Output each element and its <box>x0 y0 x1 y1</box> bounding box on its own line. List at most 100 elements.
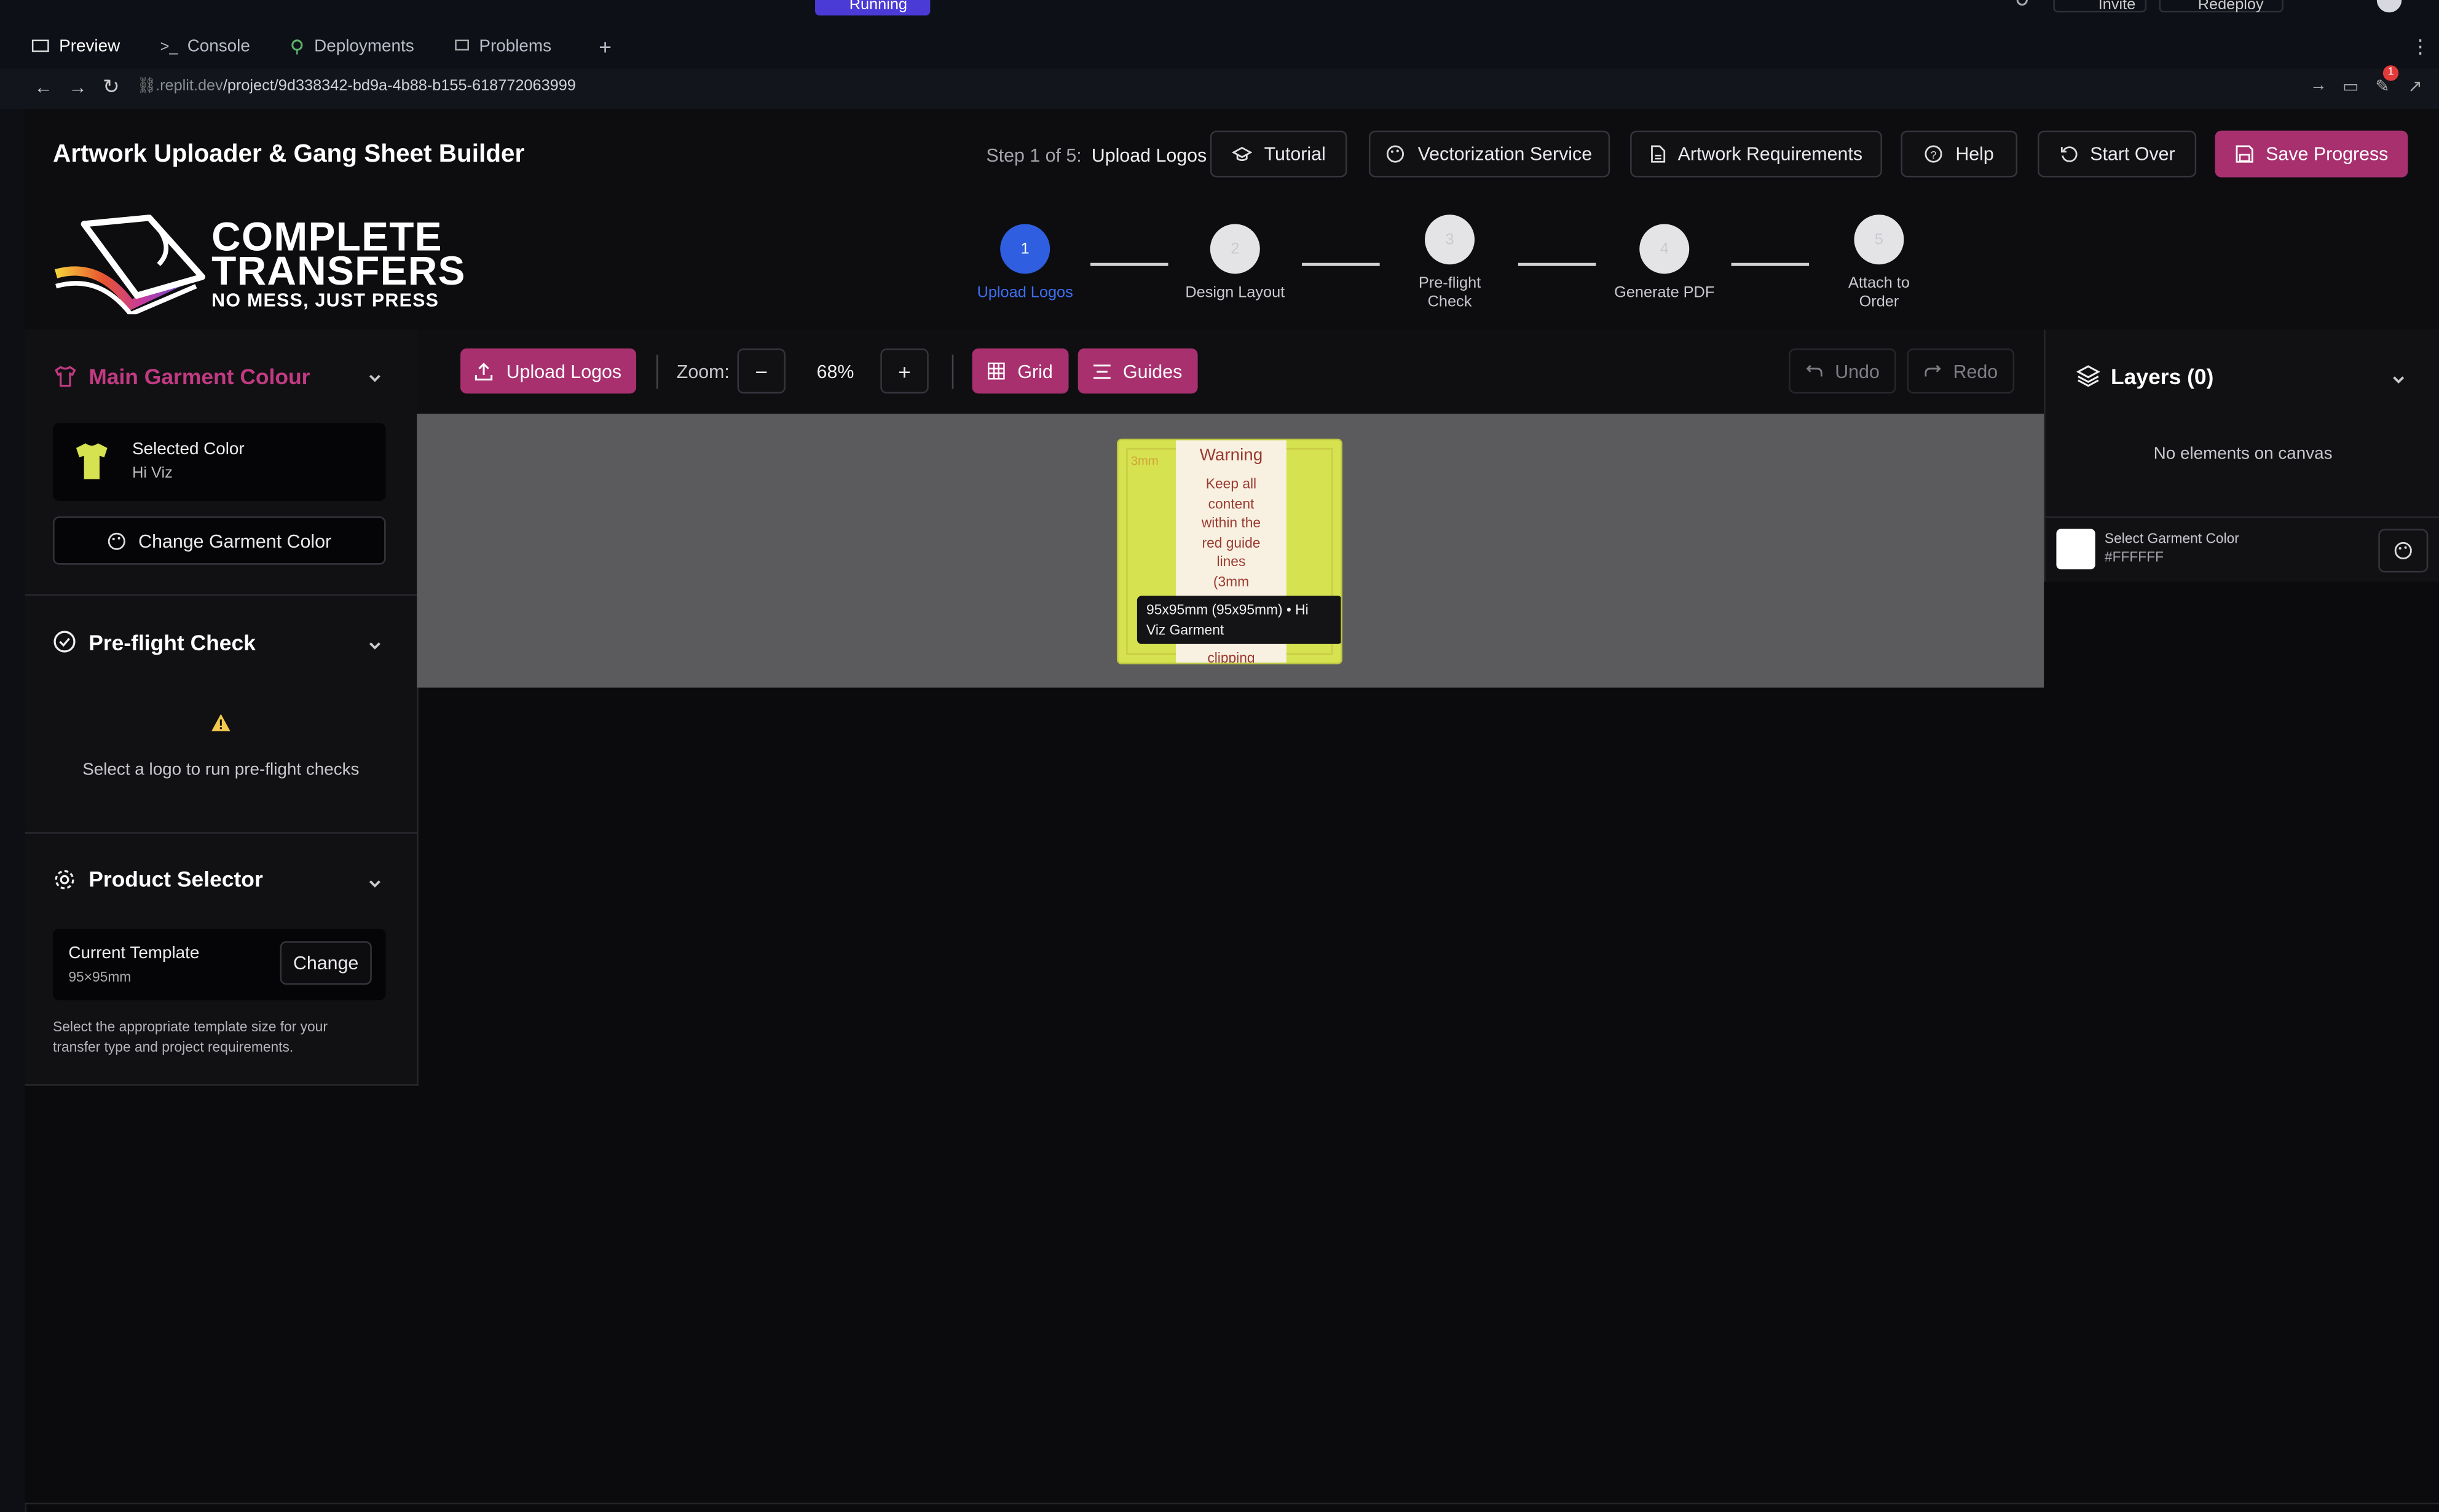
chevron-down-icon[interactable] <box>367 633 382 661</box>
tutorial-button[interactable]: Tutorial <box>1210 130 1347 178</box>
replit-left-rail <box>0 109 27 1512</box>
tab-problems[interactable]: Problems <box>454 25 551 68</box>
rotate-ccw-icon <box>2059 144 2078 163</box>
step-5-label: Attach to Order <box>1848 275 1910 312</box>
url-input[interactable]: .replit.dev/project/9d338342-bd9a-4b88-b… <box>156 78 576 95</box>
redo-icon <box>1923 364 1941 378</box>
toolbar-separator <box>952 355 954 389</box>
redeploy-button[interactable]: Redeploy <box>2159 0 2283 14</box>
undo-button[interactable]: Undo <box>1789 348 1896 394</box>
external-link-icon[interactable]: ↗ <box>2408 76 2422 96</box>
tab-console[interactable]: >_ Console <box>160 25 250 68</box>
step-1-label: Upload Logos <box>977 285 1073 302</box>
canvas-toolbar: Upload Logos Zoom: − 68% + Grid Guides U… <box>417 329 2044 415</box>
garment-color-swatch[interactable] <box>2056 529 2095 570</box>
palette-icon <box>108 531 126 549</box>
more-options-icon[interactable]: ⋮ <box>2411 25 2429 68</box>
layers-title[interactable]: Layers (0) <box>2111 364 2213 388</box>
shirt-icon <box>53 364 77 388</box>
undo-icon <box>1805 364 1822 378</box>
save-progress-button[interactable]: Save Progress <box>2215 130 2408 178</box>
help-circle-icon: ? <box>1925 144 1943 163</box>
tab-preview[interactable]: Preview <box>31 25 120 68</box>
artwork-requirements-button[interactable]: Artwork Requirements <box>1630 130 1883 178</box>
step-3-circle[interactable]: 3 <box>1425 215 1475 265</box>
warning-triangle-icon <box>210 712 232 733</box>
invite-button[interactable]: Invite <box>2053 0 2147 14</box>
align-icon <box>1093 363 1111 379</box>
palette-icon <box>1387 144 1405 163</box>
reload-icon[interactable]: ↻ <box>103 74 120 99</box>
chevron-down-icon[interactable] <box>2391 367 2406 395</box>
app-header: Artwork Uploader & Gang Sheet Builder St… <box>25 109 2439 201</box>
run-status-badge[interactable]: Running <box>815 0 931 16</box>
upload-icon <box>475 361 494 380</box>
deploy-icon <box>290 39 305 55</box>
step-connector <box>1731 262 1810 266</box>
terminal-icon: >_ <box>160 38 178 55</box>
palette-icon <box>2394 541 2413 560</box>
zoom-in-button[interactable]: + <box>880 348 929 394</box>
grid-icon <box>988 362 1006 380</box>
document-icon <box>1650 144 1665 163</box>
selected-color-value: Hi Viz <box>132 465 173 482</box>
link-icon: ⛓ <box>136 77 157 95</box>
logo-tagline: NO MESS, JUST PRESS <box>211 289 439 312</box>
garment-color-hex: #FFFFFF <box>2104 549 2164 565</box>
grid-toggle-button[interactable]: Grid <box>972 348 1069 394</box>
change-template-button[interactable]: Change <box>280 941 372 985</box>
back-icon[interactable]: ← <box>34 76 53 98</box>
guides-toggle-button[interactable]: Guides <box>1078 348 1198 394</box>
forward-icon[interactable]: → <box>68 76 87 98</box>
upload-logos-button[interactable]: Upload Logos <box>460 348 637 394</box>
notification-badge: 1 <box>2382 65 2399 81</box>
zoom-value: 68% <box>816 361 854 383</box>
logo-mark-icon <box>55 215 206 317</box>
product-section-title[interactable]: Product Selector <box>89 867 263 891</box>
vectorization-service-button[interactable]: Vectorization Service <box>1368 130 1610 178</box>
workspace-tabs: Preview >_ Console Deployments Problems … <box>0 25 2439 69</box>
tab-deployments[interactable]: Deployments <box>290 25 414 68</box>
user-avatar[interactable] <box>2376 0 2402 13</box>
check-circle-icon <box>53 630 76 653</box>
template-artboard[interactable]: 3mm Warning Keep all content within the … <box>1116 438 1342 664</box>
tshirt-swatch-icon <box>74 440 109 481</box>
design-canvas[interactable]: 3mm Warning Keep all content within the … <box>417 414 2044 688</box>
chevron-down-icon[interactable] <box>367 366 382 394</box>
step-connector <box>1302 262 1380 266</box>
start-over-button[interactable]: Start Over <box>2038 130 2197 178</box>
search-icon[interactable] <box>2016 0 2031 9</box>
redo-button[interactable]: Redo <box>1907 348 2015 394</box>
zoom-label: Zoom: <box>676 361 730 383</box>
zoom-out-button[interactable]: − <box>737 348 786 394</box>
selected-color-card: Selected Color Hi Viz <box>53 423 386 501</box>
chevron-down-icon[interactable] <box>367 871 382 899</box>
help-button[interactable]: ? Help <box>1901 130 2018 178</box>
add-tab-button[interactable]: + <box>599 25 612 68</box>
save-icon <box>2235 144 2253 163</box>
step-5-circle[interactable]: 5 <box>1854 215 1904 265</box>
section-divider <box>25 594 417 596</box>
garment-color-label: Select Garment Color <box>2104 530 2239 546</box>
url-bar: ← → ↻ ⛓ .replit.dev/project/9d338342-bd9… <box>0 65 2439 111</box>
garment-color-picker-button[interactable] <box>2378 529 2429 573</box>
change-garment-color-button[interactable]: Change Garment Color <box>53 516 386 565</box>
step-4-label: Generate PDF <box>1614 285 1715 302</box>
devices-icon[interactable]: ▭ <box>2342 76 2358 96</box>
open-arrow-icon[interactable]: → <box>2310 76 2327 95</box>
template-value: 95×95mm <box>68 969 132 985</box>
graduation-cap-icon <box>1231 146 1252 163</box>
section-divider <box>2045 516 2439 518</box>
layers-icon <box>2076 364 2100 387</box>
layers-empty-message: No elements on canvas <box>2153 444 2333 464</box>
step-1-circle[interactable]: 1 <box>1000 224 1050 274</box>
margin-label: 3mm <box>1130 454 1159 468</box>
toolbar-separator <box>656 355 658 389</box>
garment-section-title[interactable]: Main Garment Colour <box>89 364 310 388</box>
replit-top-bar: Running Invite Redeploy <box>0 0 2439 25</box>
step-4-circle[interactable]: 4 <box>1639 224 1690 274</box>
svg-text:?: ? <box>1931 149 1937 161</box>
preflight-section-title[interactable]: Pre-flight Check <box>89 630 256 655</box>
step-2-circle[interactable]: 2 <box>1210 224 1260 274</box>
left-sidebar: Main Garment Colour Selected Color Hi Vi… <box>25 329 419 1086</box>
